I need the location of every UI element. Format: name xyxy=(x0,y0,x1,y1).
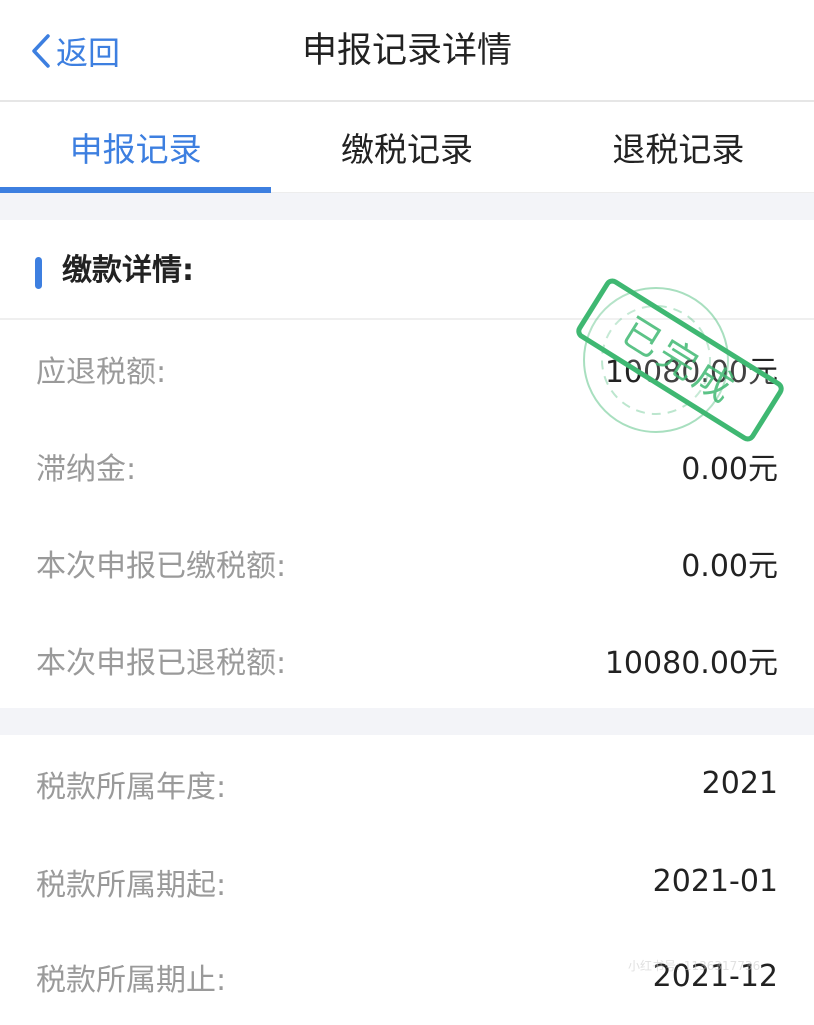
detail-label: 滞纳金: xyxy=(36,451,137,487)
detail-row-late-fee: 滞纳金: 0.00元 xyxy=(0,417,814,514)
section-divider xyxy=(0,193,814,220)
detail-row-refundable-tax: 应退税额: 10080.00元 xyxy=(0,320,814,417)
detail-value: 2021-01 xyxy=(652,864,778,899)
detail-value: 0.00元 xyxy=(681,548,778,584)
payment-section-header: 缴款详情: xyxy=(0,220,814,320)
tab-tax-refund-records[interactable]: 退税记录 xyxy=(543,102,814,192)
detail-label: 本次申报已缴税额: xyxy=(36,548,287,584)
tab-tax-payment-records[interactable]: 缴税记录 xyxy=(271,102,542,192)
detail-label: 税款所属期止: xyxy=(36,962,227,998)
detail-value: 2021 xyxy=(701,766,778,801)
detail-row-period-start: 税款所属期起: 2021-01 xyxy=(0,833,814,930)
detail-row-tax-year: 税款所属年度: 2021 xyxy=(0,735,814,832)
detail-row-refunded-tax: 本次申报已退税额: 10080.00元 xyxy=(0,611,814,708)
payment-section-title: 缴款详情: xyxy=(62,253,194,288)
detail-value: 0.00元 xyxy=(681,451,778,487)
section-accent-bar xyxy=(35,257,42,289)
detail-value: 10080.00元 xyxy=(604,645,778,681)
detail-label: 税款所属期起: xyxy=(36,867,227,903)
detail-row-paid-tax: 本次申报已缴税额: 0.00元 xyxy=(0,514,814,611)
watermark-text: 小红书号: 1136317736 xyxy=(628,959,761,973)
detail-label: 税款所属年度: xyxy=(36,769,227,805)
section-divider xyxy=(0,708,814,735)
detail-label: 应退税额: xyxy=(36,354,167,390)
detail-row-period-end: 税款所属期止: 2021-12 xyxy=(0,928,814,1025)
detail-label: 本次申报已退税额: xyxy=(36,645,287,681)
tab-declaration-records[interactable]: 申报记录 xyxy=(0,102,272,193)
nav-bar: 返回 申报记录详情 xyxy=(0,0,814,102)
tab-bar: 申报记录 缴税记录 退税记录 xyxy=(0,102,814,193)
page-title: 申报记录详情 xyxy=(301,31,512,71)
detail-value: 10080.00元 xyxy=(604,354,778,390)
